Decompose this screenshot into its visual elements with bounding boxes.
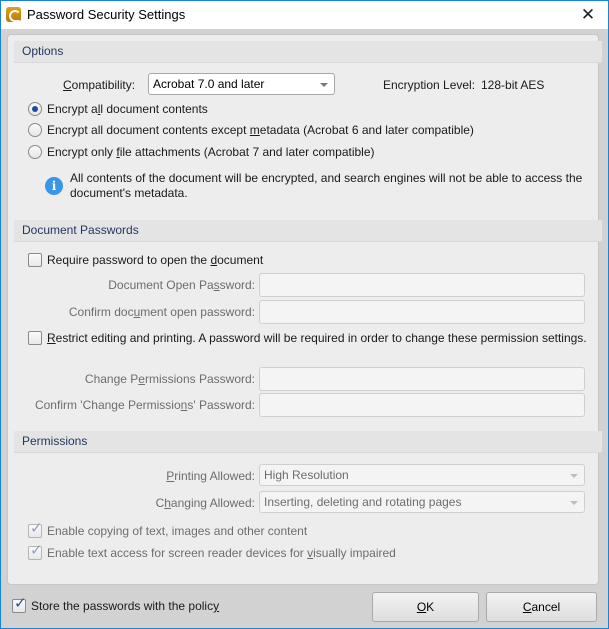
- changing-allowed-value: Inserting, deleting and rotating pages: [264, 495, 462, 509]
- change-permissions-password-label: Change Permissions Password:: [84, 372, 255, 386]
- app-logo-icon: [6, 7, 21, 22]
- require-open-password-checkbox[interactable]: [28, 253, 42, 267]
- open-password-input[interactable]: [259, 273, 585, 297]
- compatibility-dropdown[interactable]: Acrobat 7.0 and later: [148, 73, 335, 95]
- cancel-button[interactable]: Cancel: [486, 592, 597, 622]
- compatibility-label: Compatibility:: [63, 78, 136, 92]
- radio-encrypt-except-metadata[interactable]: [28, 123, 42, 137]
- checkmark-icon: ✓: [30, 520, 43, 537]
- settings-panel: Options Compatibility: Acrobat 7.0 and l…: [7, 34, 602, 585]
- encryption-level-value: 128-bit AES: [481, 78, 545, 92]
- compatibility-value: Acrobat 7.0 and later: [153, 77, 265, 91]
- enable-screen-reader-label[interactable]: Enable text access for screen reader dev…: [47, 546, 396, 560]
- options-header: Options: [14, 41, 602, 63]
- checkmark-icon: ✓: [14, 595, 27, 612]
- encryption-level-label: Encryption Level:: [383, 78, 476, 92]
- radio-encrypt-all-label[interactable]: Encrypt all document contents: [47, 102, 208, 116]
- radio-encrypt-attachments[interactable]: [28, 145, 42, 159]
- printing-allowed-label: Printing Allowed:: [166, 469, 255, 483]
- permissions-header: Permissions: [14, 431, 602, 453]
- close-icon: ✕: [580, 5, 596, 24]
- radio-encrypt-all[interactable]: [28, 102, 42, 116]
- dialog-body: Options Compatibility: Acrobat 7.0 and l…: [1, 29, 608, 628]
- enable-copying-label[interactable]: Enable copying of text, images and other…: [47, 524, 307, 538]
- changing-allowed-dropdown[interactable]: Inserting, deleting and rotating pages: [259, 491, 585, 513]
- confirm-change-permissions-input[interactable]: [259, 393, 585, 417]
- document-passwords-header: Document Passwords: [14, 220, 602, 242]
- open-password-label: Document Open Password:: [108, 278, 255, 292]
- enable-screen-reader-checkbox[interactable]: ✓: [28, 542, 43, 560]
- password-security-dialog: Password Security Settings ✕ Options Com…: [0, 0, 609, 629]
- info-text-line1: All contents of the document will be enc…: [70, 171, 583, 185]
- change-permissions-password-input[interactable]: [259, 367, 585, 391]
- confirm-open-password-input[interactable]: [259, 300, 585, 324]
- ok-button[interactable]: OK: [372, 592, 479, 622]
- store-passwords-checkbox[interactable]: ✓: [12, 595, 27, 613]
- title-bar[interactable]: Password Security Settings ✕: [1, 1, 608, 29]
- printing-allowed-dropdown[interactable]: High Resolution: [259, 464, 585, 486]
- info-text-line2: document's metadata.: [70, 186, 188, 200]
- chevron-down-icon: [570, 501, 578, 505]
- changing-allowed-label: Changing Allowed:: [155, 496, 255, 510]
- close-button[interactable]: ✕: [568, 1, 608, 29]
- chevron-down-icon: [570, 474, 578, 478]
- confirm-change-permissions-label: Confirm 'Change Permissions' Password:: [34, 398, 255, 412]
- checkmark-icon: ✓: [30, 542, 43, 559]
- dialog-title: Password Security Settings: [27, 7, 186, 22]
- radio-encrypt-attachments-label[interactable]: Encrypt only file attachments (Acrobat 7…: [47, 145, 375, 159]
- restrict-editing-label[interactable]: Restrict editing and printing. A passwor…: [47, 331, 587, 345]
- store-passwords-label[interactable]: Store the passwords with the policy: [31, 599, 219, 613]
- enable-copying-checkbox[interactable]: ✓: [28, 520, 43, 538]
- info-icon: i: [45, 177, 63, 195]
- confirm-open-password-label: Confirm document open password:: [68, 305, 255, 319]
- radio-encrypt-except-metadata-label[interactable]: Encrypt all document contents except met…: [47, 123, 474, 137]
- printing-allowed-value: High Resolution: [264, 468, 349, 482]
- restrict-editing-checkbox[interactable]: [28, 331, 42, 345]
- chevron-down-icon: [320, 83, 328, 87]
- require-open-password-label[interactable]: Require password to open the document: [47, 253, 263, 267]
